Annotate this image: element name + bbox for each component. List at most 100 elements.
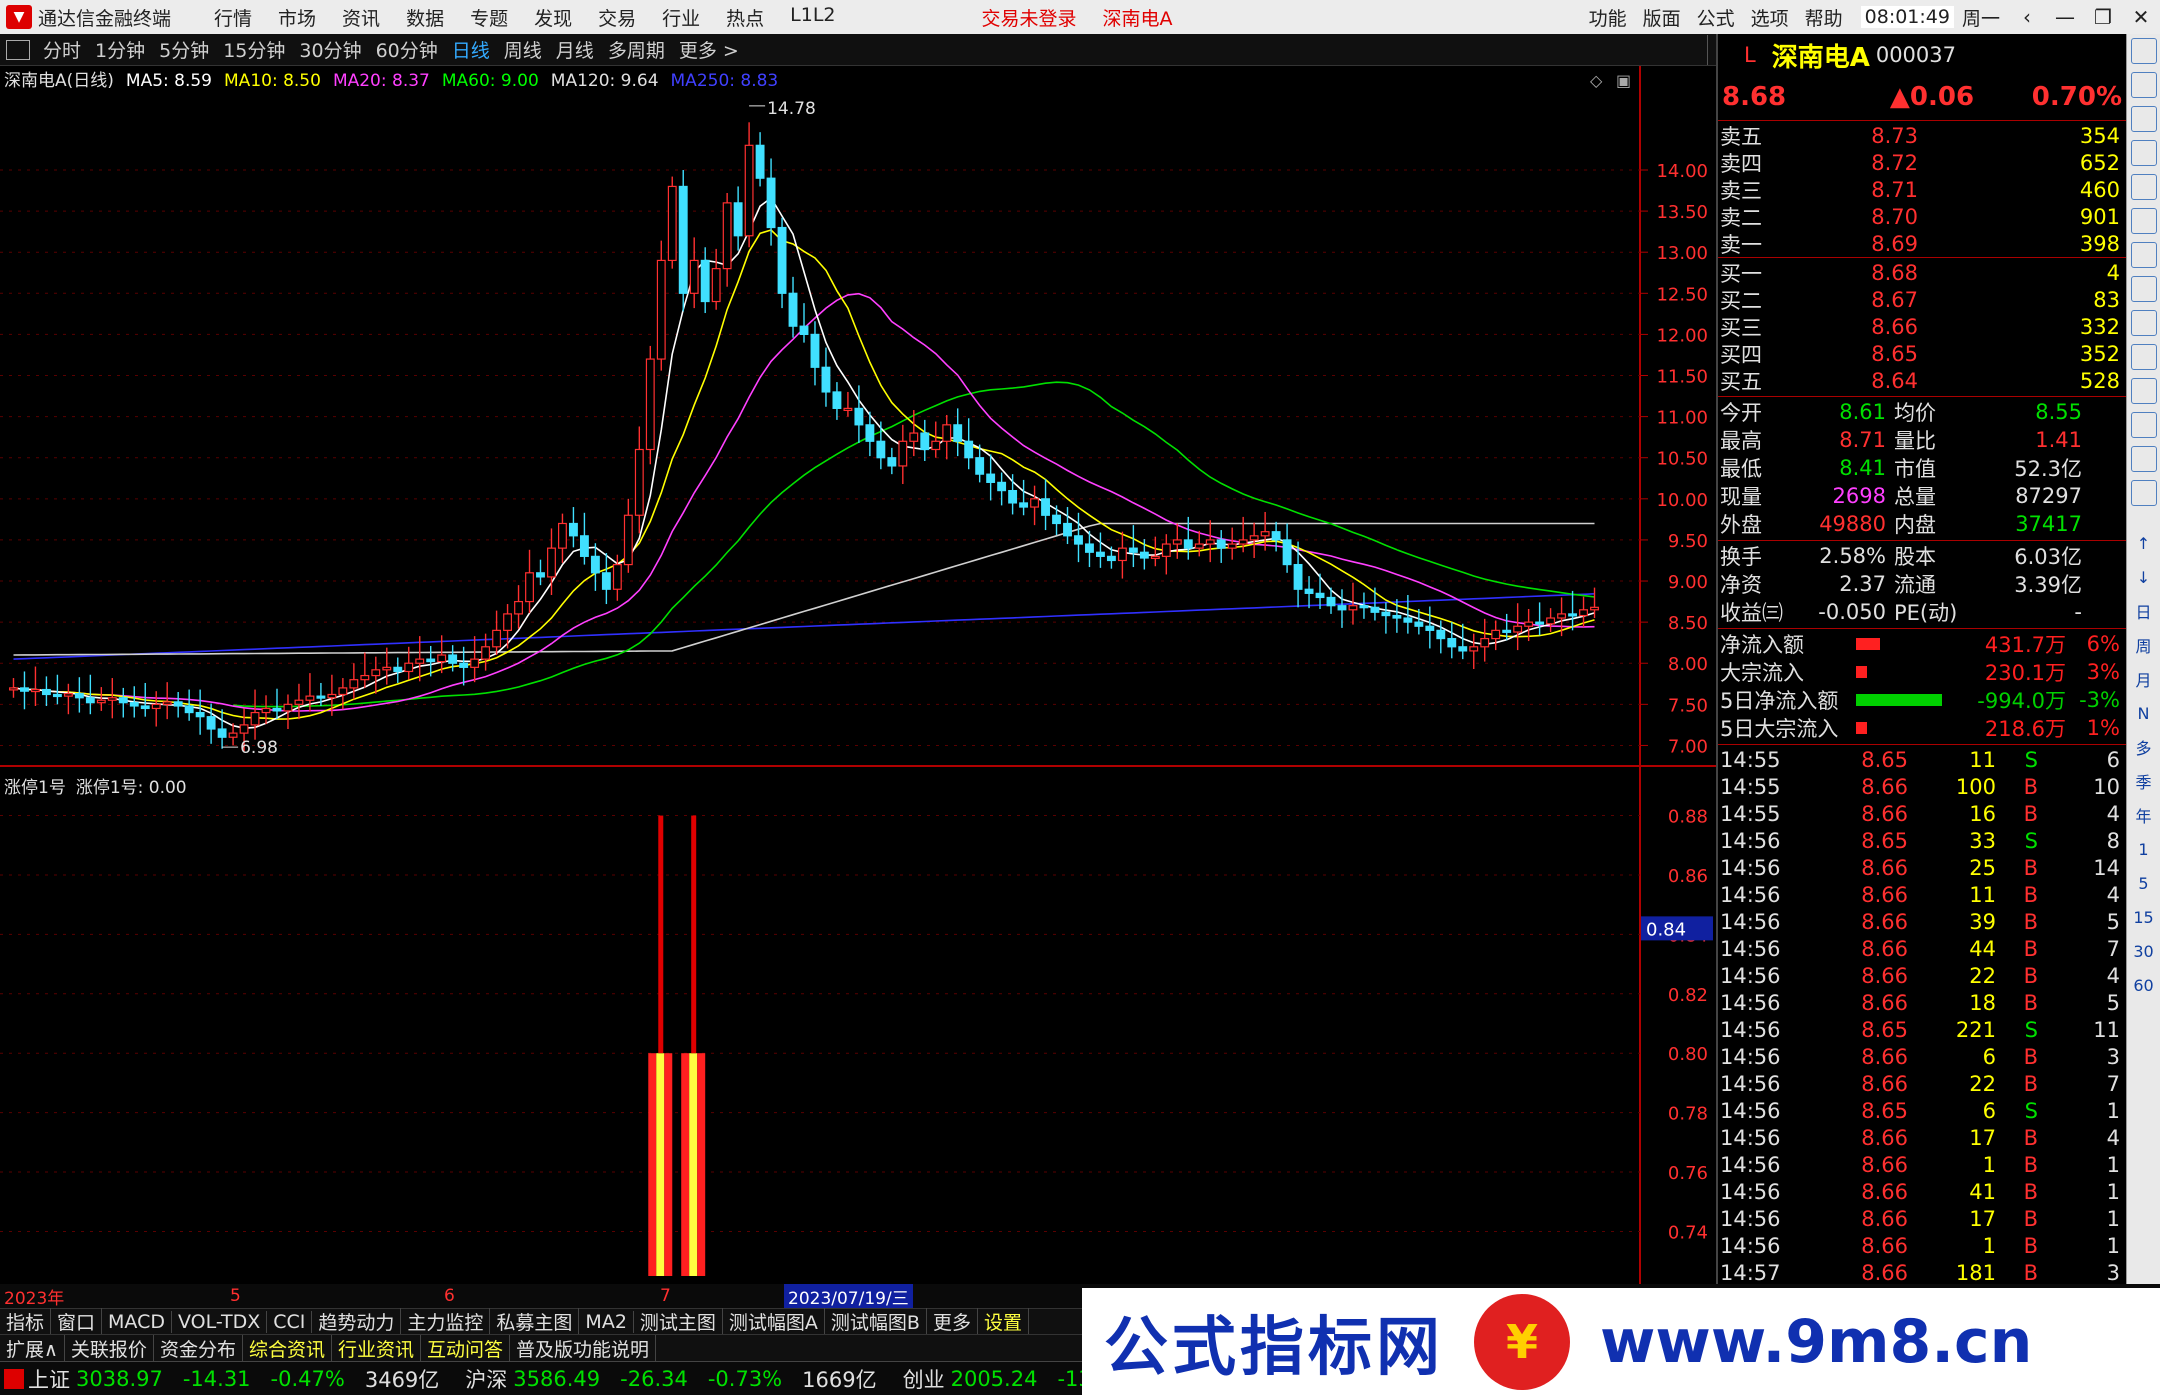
f10-icon[interactable] [2130, 344, 2157, 370]
info-tab[interactable]: 互动问答 [421, 1334, 510, 1362]
order-book-row[interactable]: 买三 8.66 332 [1718, 313, 2126, 340]
list-icon[interactable] [2130, 140, 2157, 166]
indicator-tab[interactable]: 测试幅图A [723, 1308, 825, 1335]
info-tab[interactable]: 综合资讯 [243, 1334, 332, 1362]
index-name[interactable]: 上证 [28, 1364, 70, 1394]
menu-item[interactable]: 行情 [201, 4, 265, 31]
star-icon[interactable] [2130, 412, 2157, 438]
period-tab[interactable]: 更多 > [672, 36, 746, 63]
doc-icon[interactable] [2130, 310, 2157, 336]
info-tab[interactable]: 行业资讯 [332, 1334, 421, 1362]
menu-item[interactable]: 发现 [521, 4, 585, 31]
period-tab[interactable]: 60分钟 [369, 36, 445, 63]
period-shortcut[interactable]: 1 [2131, 836, 2157, 862]
search-icon[interactable] [2130, 480, 2157, 506]
info-tab[interactable]: 资金分布 [154, 1334, 243, 1362]
period-shortcut[interactable]: 15 [2131, 904, 2157, 930]
indicator-tab[interactable]: 窗口 [51, 1308, 103, 1335]
indicator-tab[interactable]: 趋势动力 [312, 1308, 402, 1335]
order-book-row[interactable]: 买四 8.65 352 [1718, 340, 2126, 367]
order-book-row[interactable]: 买五 8.64 528 [1718, 367, 2126, 394]
order-book-row[interactable]: 买一 8.68 4 [1718, 259, 2126, 286]
chart-settings-icon[interactable]: ◇ [1590, 71, 1603, 90]
tick-side: B [2023, 1206, 2038, 1231]
indicator-tab[interactable]: 主力监控 [401, 1308, 491, 1335]
indicator-tab[interactable]: 设置 [978, 1308, 1029, 1335]
indicator-tab[interactable]: MACD [102, 1310, 172, 1333]
menu-item[interactable]: L1L2 [777, 4, 848, 31]
chart-icon[interactable] [2130, 174, 2157, 200]
period-shortcut[interactable]: ↑ [2131, 530, 2157, 556]
menu-item[interactable]: 行业 [649, 4, 713, 31]
menu-item[interactable]: 热点 [713, 4, 777, 31]
alert-icon[interactable] [2130, 378, 2157, 404]
menu-item-right[interactable]: 功能 [1581, 4, 1635, 31]
chart-area[interactable]: 14.00 13.50 13.00 12.50 12.00 11.50 11.00 10.50… [0, 66, 1716, 1284]
order-book-row[interactable]: 卖四 8.72 652 [1718, 149, 2126, 176]
menu-item-right[interactable]: 帮助 [1797, 4, 1851, 31]
period-tab[interactable]: 5分钟 [152, 36, 216, 63]
arrow-icon[interactable] [2130, 72, 2157, 98]
table-icon[interactable] [2130, 106, 2157, 132]
menu-item[interactable]: 数据 [393, 4, 457, 31]
back-arrow-icon[interactable]: ‹ [2008, 5, 2046, 29]
period-tab[interactable]: 15分钟 [216, 36, 292, 63]
indicator-tab[interactable]: 更多 [927, 1308, 978, 1335]
candle-icon[interactable] [2130, 242, 2157, 268]
indicator-tab[interactable]: CCI [267, 1310, 313, 1333]
restore-icon[interactable]: ❐ [2084, 5, 2122, 29]
menu-item-right[interactable]: 选项 [1743, 4, 1797, 31]
index-name[interactable]: 创业 [903, 1364, 945, 1394]
period-tab[interactable]: 分时 [36, 36, 88, 63]
menu-item[interactable]: 专题 [457, 4, 521, 31]
indicator-tab[interactable]: 测试主图 [634, 1308, 723, 1335]
period-tab[interactable]: 30分钟 [292, 36, 368, 63]
order-book-row[interactable]: 卖五 8.73 354 [1718, 122, 2126, 149]
period-shortcut[interactable]: ↓ [2131, 564, 2157, 590]
panel-toggle-icon[interactable] [6, 39, 30, 60]
indicator-tab[interactable]: 测试幅图B [825, 1308, 927, 1335]
grid-icon[interactable] [2130, 276, 2157, 302]
current-stock[interactable]: 深南电A [1090, 4, 1186, 31]
menu-item-right[interactable]: 公式 [1689, 4, 1743, 31]
arrow-icon[interactable] [2130, 38, 2157, 64]
info-tab[interactable]: 关联报价 [65, 1334, 154, 1362]
indicator-tab[interactable]: VOL-TDX [172, 1310, 268, 1333]
period-tab[interactable]: 日线 [445, 36, 497, 63]
period-shortcut[interactable]: 年 [2131, 802, 2157, 828]
period-tab[interactable]: 1分钟 [88, 36, 152, 63]
menu-item[interactable]: 资讯 [329, 4, 393, 31]
minimize-icon[interactable]: — [2046, 5, 2084, 29]
login-status[interactable]: 交易未登录 [969, 4, 1090, 31]
order-book-row[interactable]: 卖二 8.70 901 [1718, 203, 2126, 230]
indicator-tab[interactable]: 私募主图 [490, 1308, 580, 1335]
chart-expand-icon[interactable]: ▣ [1616, 71, 1631, 90]
period-shortcut[interactable]: N [2131, 700, 2157, 726]
period-shortcut[interactable]: 5 [2131, 870, 2157, 896]
period-shortcut[interactable]: 日 [2131, 598, 2157, 624]
close-icon[interactable]: ✕ [2122, 5, 2160, 29]
indicator-tab[interactable]: MA2 [579, 1310, 634, 1333]
info-tab[interactable]: 普及版功能说明 [510, 1334, 657, 1362]
period-tab[interactable]: 多周期 [601, 36, 672, 63]
menu-item[interactable]: 交易 [585, 4, 649, 31]
period-shortcut[interactable]: 30 [2131, 938, 2157, 964]
y-tick-label: 10.50 [1656, 449, 1708, 470]
period-shortcut[interactable]: 60 [2131, 972, 2157, 998]
menu-item-right[interactable]: 版面 [1635, 4, 1689, 31]
fc-icon[interactable] [2130, 446, 2157, 472]
period-shortcut[interactable]: 月 [2131, 666, 2157, 692]
list-icon[interactable] [2130, 208, 2157, 234]
period-tab[interactable]: 周线 [497, 36, 549, 63]
index-name[interactable]: 沪深 [465, 1364, 507, 1394]
order-book-row[interactable]: 卖一 8.69 398 [1718, 230, 2126, 257]
period-shortcut[interactable]: 周 [2131, 632, 2157, 658]
period-shortcut[interactable]: 季 [2131, 768, 2157, 794]
order-book-row[interactable]: 买二 8.67 83 [1718, 286, 2126, 313]
period-shortcut[interactable]: 多 [2131, 734, 2157, 760]
period-tab[interactable]: 月线 [549, 36, 601, 63]
order-book-row[interactable]: 卖三 8.71 460 [1718, 176, 2126, 203]
indicator-tab[interactable]: 指标 [0, 1308, 52, 1335]
info-tab[interactable]: 扩展∧ [0, 1334, 65, 1362]
menu-item[interactable]: 市场 [265, 4, 329, 31]
